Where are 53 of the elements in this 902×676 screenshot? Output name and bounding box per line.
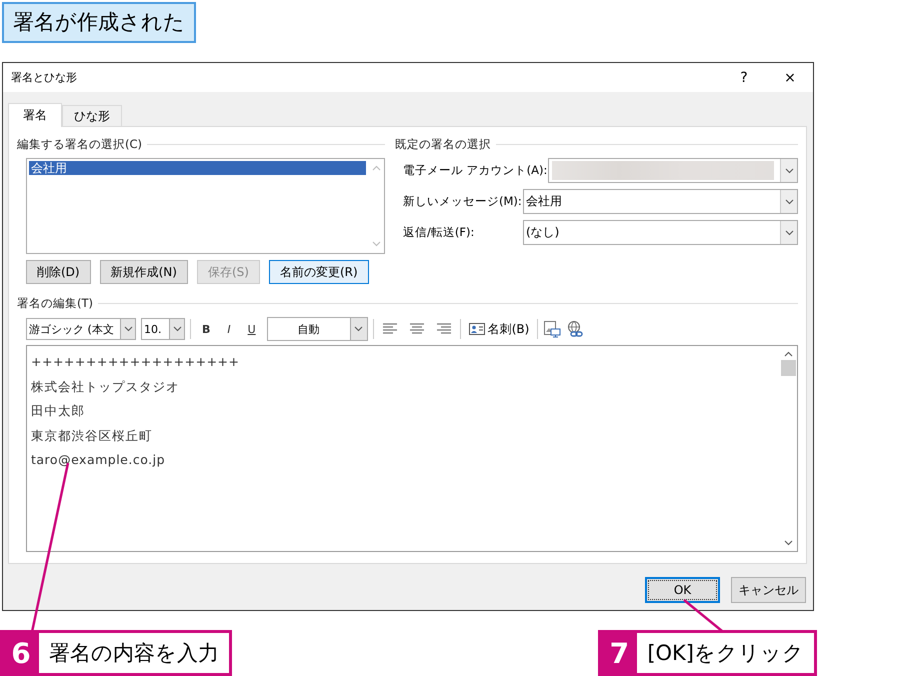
chevron-down-icon: [784, 198, 794, 204]
scroll-thumb[interactable]: [781, 360, 796, 376]
tab[interactable]: ひな形: [62, 105, 122, 126]
chevron-down-icon: [354, 326, 364, 332]
group-label: 編集する署名の選択(C): [17, 137, 142, 152]
group-label: 署名の編集(T): [17, 296, 93, 311]
scroll-down-icon[interactable]: [784, 540, 793, 546]
close-button[interactable]: ×: [767, 70, 813, 86]
list-item[interactable]: 会社用: [29, 161, 366, 175]
business-card-button[interactable]: 名刺(B): [466, 320, 532, 338]
font-dropdown[interactable]: 游ゴシック (本文: [26, 318, 136, 340]
signature-editor[interactable]: +++++++++++++++++++ 株式会社トップスタジオ 田中太郎 東京都渋谷区桜丘町 taro@example.co.jp: [26, 345, 798, 552]
chevron-down-icon: [124, 326, 132, 332]
signature-line: 田中太郎: [31, 402, 86, 420]
bold-button[interactable]: B: [196, 322, 216, 336]
chevron-down-icon: [784, 230, 794, 236]
step-heading: 署名が作成された: [2, 2, 196, 43]
group-label: 既定の署名の選択: [395, 137, 491, 152]
help-button[interactable]: ?: [721, 70, 767, 86]
field-label: 新しいメッセージ(M):: [403, 194, 523, 209]
window-title: 署名とひな形: [11, 70, 78, 85]
color-dropdown[interactable]: 自動: [266, 317, 368, 341]
signature-button[interactable]: 新規作成(N): [100, 260, 188, 284]
signature-button[interactable]: 削除(D): [26, 260, 91, 284]
signature-line: 東京都渋谷区桜丘町: [31, 426, 154, 444]
signature-dropdown[interactable]: (なし): [523, 220, 798, 245]
step-instruction: 署名の内容を入力: [39, 633, 229, 673]
ok-button[interactable]: OK: [645, 577, 720, 603]
signature-line: taro@example.co.jp: [31, 451, 166, 469]
field-label: 電子メール アカウント(A):: [403, 163, 548, 178]
picture-icon[interactable]: [543, 320, 562, 338]
align-center-icon[interactable]: [408, 323, 425, 335]
signature-list[interactable]: 会社用: [26, 158, 385, 254]
align-left-icon[interactable]: [382, 323, 398, 335]
signature-dropdown[interactable]: 会社用: [523, 189, 798, 214]
contact-card-icon: [468, 323, 485, 335]
field-label: 返信/転送(F):: [403, 225, 476, 240]
step-instruction: [OK]をクリック: [637, 633, 814, 673]
signature-line: 株式会社トップスタジオ: [31, 378, 180, 396]
signature-button[interactable]: 名前の変更(R): [268, 260, 369, 284]
step-number: 7: [608, 636, 630, 672]
underline-button[interactable]: U: [242, 322, 262, 336]
align-right-icon[interactable]: [436, 323, 452, 335]
italic-button[interactable]: I: [221, 322, 237, 336]
cancel-button[interactable]: キャンセル: [731, 577, 806, 603]
chevron-down-icon: [784, 168, 794, 174]
scroll-up-icon[interactable]: [784, 351, 793, 357]
chevron-down-icon: [172, 326, 182, 332]
size-dropdown[interactable]: 10.: [141, 318, 185, 340]
hyperlink-icon[interactable]: [566, 320, 584, 338]
step-number: 6: [10, 636, 32, 672]
signature-line: +++++++++++++++++++: [31, 353, 240, 371]
tab[interactable]: 署名: [8, 103, 62, 127]
